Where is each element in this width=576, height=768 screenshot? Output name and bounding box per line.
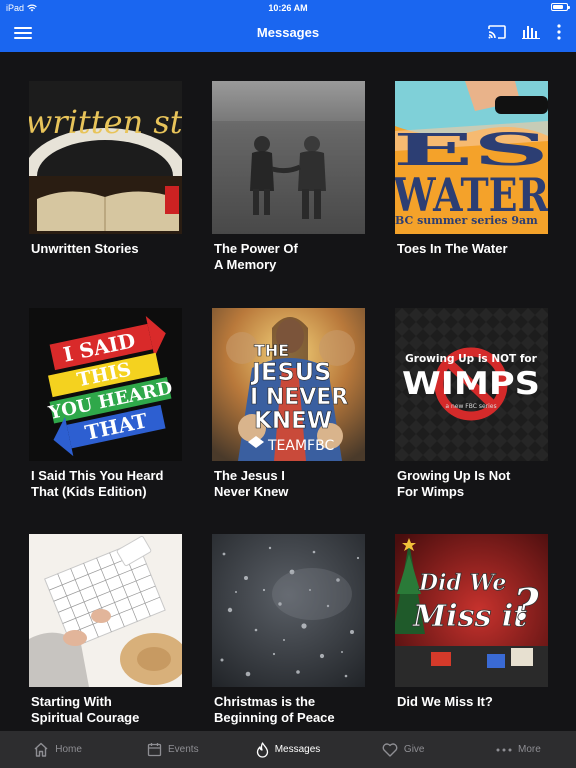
message-title: The Jesus I Never Knew	[214, 468, 289, 499]
message-thumbnail: ES WATER BC summer series 9am	[395, 81, 548, 234]
flame-icon	[256, 741, 268, 758]
message-thumbnail	[212, 81, 365, 234]
thumbnail-text: I NEVER	[250, 385, 348, 410]
message-title: Starting With Spiritual Courage	[31, 694, 140, 725]
thumbnail-text: Growing Up is NOT for	[405, 353, 537, 365]
navigation-bar: Messages	[0, 18, 576, 50]
message-card[interactable]: Starting With Spiritual Courage	[29, 534, 182, 726]
status-bar: iPad 10:26 AM	[0, 0, 576, 16]
thumbnail-text: WIMPS	[402, 366, 540, 402]
message-title: Growing Up Is Not For Wimps	[397, 468, 511, 499]
thumbnail-text: ?	[513, 580, 540, 631]
thumbnail-subtext: a new FBC series	[445, 403, 496, 410]
more-options-button[interactable]	[556, 24, 562, 40]
thumbnail-text: KNEW	[254, 408, 332, 434]
message-card[interactable]: written sto Unwritten Stories	[29, 81, 182, 257]
message-title: The Power Of A Memory	[214, 241, 298, 272]
cast-button[interactable]	[488, 25, 506, 39]
calendar-icon	[147, 743, 162, 757]
message-thumbnail: Growing Up is NOT for WIMPS a new FBC se…	[395, 308, 548, 461]
message-thumbnail: written sto	[29, 81, 182, 234]
ellipsis-icon	[496, 748, 512, 751]
thumbnail-text: written sto	[29, 103, 182, 141]
thumbnail-subtext: BC summer series 9am	[395, 214, 538, 227]
tab-label: More	[518, 744, 541, 755]
heart-icon	[382, 742, 398, 757]
tab-home[interactable]: Home	[0, 731, 115, 768]
tab-label: Home	[55, 744, 82, 755]
message-title: Did We Miss It?	[397, 694, 493, 709]
audio-button[interactable]	[522, 25, 540, 39]
top-bar: iPad 10:26 AM Messages	[0, 0, 576, 52]
tab-events[interactable]: Events	[115, 731, 230, 768]
home-icon	[34, 742, 48, 757]
cast-icon	[488, 25, 506, 39]
vertical-dots-icon	[557, 24, 561, 40]
message-card[interactable]: Christmas is the Beginning of Peace	[212, 534, 365, 726]
message-thumbnail: I SAID THIS YOU HEARD THAT	[29, 308, 182, 461]
message-card[interactable]: Growing Up is NOT for WIMPS a new FBC se…	[395, 308, 548, 500]
tab-label: Messages	[274, 744, 321, 755]
message-title: Christmas is the Beginning of Peace	[214, 694, 335, 725]
audio-bars-icon	[522, 26, 540, 39]
message-card[interactable]: THE JESUS I NEVER KNEW TEAMFBC The Jesus…	[212, 308, 365, 500]
tab-bar: Home Events Messages Give More	[0, 731, 576, 768]
battery-icon	[551, 3, 570, 11]
message-card[interactable]: Did We Miss it ? Did We Miss It?	[395, 534, 548, 710]
tab-label: Give	[403, 744, 425, 755]
thumbnail-subtext: TEAMFBC	[267, 438, 334, 454]
message-title: Unwritten Stories	[31, 241, 139, 256]
message-thumbnail: THE JESUS I NEVER KNEW TEAMFBC	[212, 308, 365, 461]
tab-give[interactable]: Give	[346, 731, 461, 768]
message-title: I Said This You Heard That (Kids Edition…	[31, 468, 164, 499]
message-thumbnail	[212, 534, 365, 687]
message-thumbnail: Did We Miss it ?	[395, 534, 548, 687]
tab-messages[interactable]: Messages	[230, 731, 345, 768]
tab-label: Events	[168, 744, 199, 755]
message-card[interactable]: The Power Of A Memory	[212, 81, 365, 273]
message-card[interactable]: I SAID THIS YOU HEARD THAT I Said This Y…	[29, 308, 182, 500]
thumbnail-text: Did We	[418, 570, 506, 596]
message-thumbnail	[29, 534, 182, 687]
message-title: Toes In The Water	[397, 241, 508, 256]
thumbnail-text: Miss it	[412, 599, 527, 634]
message-card[interactable]: ES WATER BC summer series 9am Toes In Th…	[395, 81, 548, 257]
thumbnail-text: JESUS	[250, 358, 331, 386]
status-time: 10:26 AM	[268, 3, 308, 13]
menu-button[interactable]	[14, 25, 34, 41]
tab-more[interactable]: More	[461, 731, 576, 768]
